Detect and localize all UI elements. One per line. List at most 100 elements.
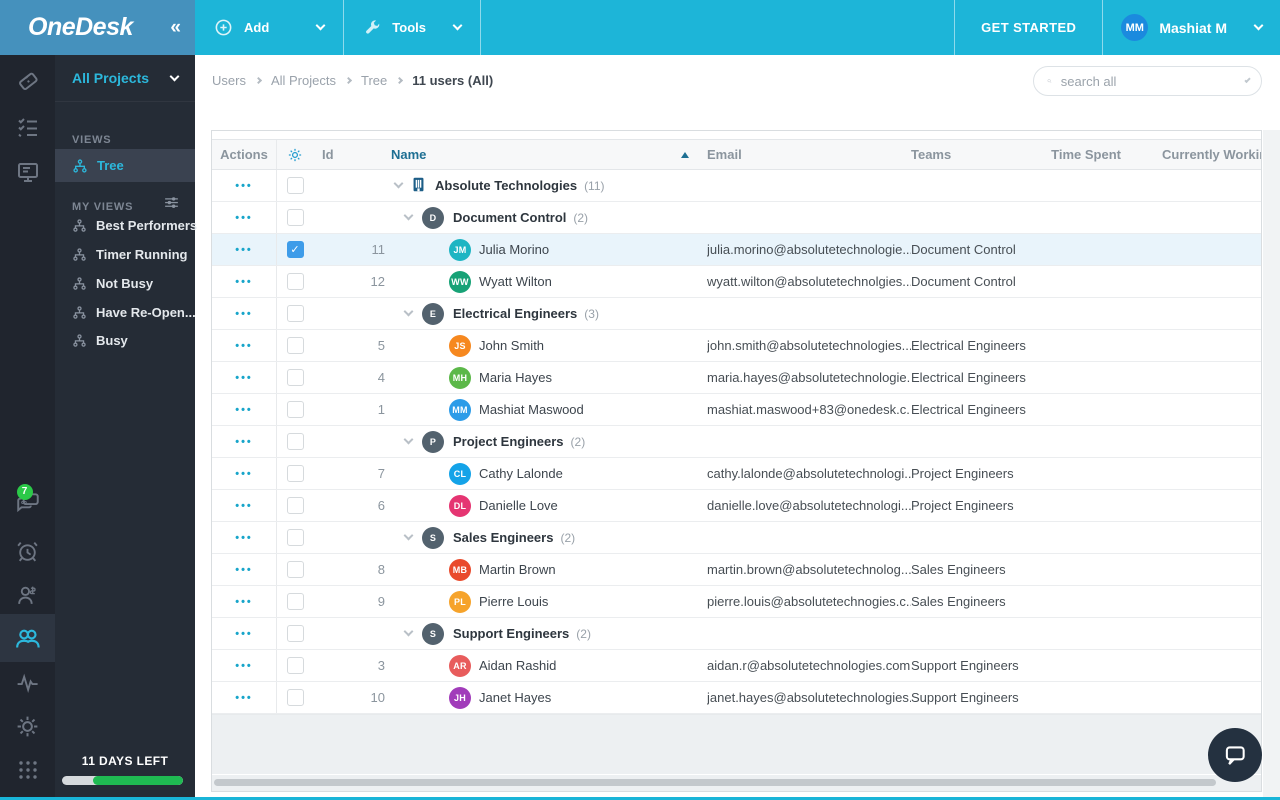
table-row[interactable]: ••• P Project Engineers (2) xyxy=(212,426,1261,458)
chevron-down-icon[interactable] xyxy=(1244,76,1251,83)
get-started-button[interactable]: GET STARTED xyxy=(955,0,1102,55)
row-actions-button[interactable]: ••• xyxy=(212,522,277,553)
row-actions-button[interactable]: ••• xyxy=(212,330,277,361)
row-actions-button[interactable]: ••• xyxy=(212,266,277,297)
collapse-chevron-icon[interactable] xyxy=(403,530,414,541)
scrollbar-thumb[interactable] xyxy=(214,779,1216,786)
customers-icon[interactable] xyxy=(0,573,55,617)
row-checkbox[interactable] xyxy=(277,625,313,642)
project-selector[interactable]: All Projects xyxy=(55,55,195,102)
row-actions-button[interactable]: ••• xyxy=(212,234,277,265)
sidebar-item-have-reopen[interactable]: Have Re-Open... xyxy=(72,298,196,326)
collapse-chevron-icon[interactable] xyxy=(403,210,414,221)
row-checkbox[interactable] xyxy=(277,177,313,194)
tree-view-icon xyxy=(73,276,86,290)
column-header-id[interactable]: Id xyxy=(313,147,391,162)
breadcrumb-item[interactable]: Tree xyxy=(361,73,387,88)
table-row[interactable]: ••• E Electrical Engineers (3) xyxy=(212,298,1261,330)
table-row[interactable]: ••• 10 JH Janet Hayes janet.hayes@absolutete… xyxy=(212,682,1261,714)
row-checkbox[interactable] xyxy=(277,433,313,450)
table-row[interactable]: ••• S Support Engineers (2) xyxy=(212,618,1261,650)
tools-button[interactable]: Tools xyxy=(344,0,480,55)
row-checkbox[interactable] xyxy=(277,305,313,322)
sidebar-item-tree[interactable]: Tree xyxy=(55,149,195,182)
add-button[interactable]: Add xyxy=(195,0,343,55)
table-row[interactable]: ••• 7 CL Cathy Lalonde cathy.lalonde@absolut… xyxy=(212,458,1261,490)
row-checkbox[interactable] xyxy=(277,529,313,546)
table-row[interactable]: ••• 5 JS John Smith john.smith@absolutetechn… xyxy=(212,330,1261,362)
search-box[interactable] xyxy=(1033,66,1262,96)
timesheet-clock-icon[interactable] xyxy=(0,529,55,573)
team-name: Project Engineers xyxy=(453,434,564,449)
row-checkbox[interactable] xyxy=(277,465,313,482)
sidebar-item-best-performers[interactable]: Best Performers xyxy=(72,211,197,239)
row-checkbox[interactable] xyxy=(277,689,313,706)
row-checkbox[interactable] xyxy=(277,209,313,226)
breadcrumb-item[interactable]: Users xyxy=(212,73,246,88)
sidebar-item-not-busy[interactable]: Not Busy xyxy=(72,269,153,297)
table-row[interactable]: ••• 3 AR Aidan Rashid aidan.r@absolutetechno… xyxy=(212,650,1261,682)
row-actions-button[interactable]: ••• xyxy=(212,426,277,457)
row-checkbox[interactable] xyxy=(277,497,313,514)
column-header-email[interactable]: Email xyxy=(707,147,911,162)
live-chat-button[interactable] xyxy=(1208,728,1262,782)
column-header-currently-working[interactable]: Currently Workin xyxy=(1121,147,1261,162)
row-actions-button[interactable]: ••• xyxy=(212,202,277,233)
row-actions-button[interactable]: ••• xyxy=(212,682,277,713)
column-header-teams[interactable]: Teams xyxy=(911,147,1041,162)
sidebar-item-busy[interactable]: Busy xyxy=(72,326,128,354)
apps-grid-icon[interactable] xyxy=(0,748,55,792)
row-actions-button[interactable]: ••• xyxy=(212,394,277,425)
horizontal-scrollbar[interactable] xyxy=(212,774,1261,791)
board-icon[interactable] xyxy=(0,150,55,194)
row-checkbox[interactable] xyxy=(277,593,313,610)
row-actions-button[interactable]: ••• xyxy=(212,490,277,521)
row-checkbox[interactable] xyxy=(277,561,313,578)
top-bar: OneDesk « Add Tools GET STARTED MM Mashi… xyxy=(0,0,1280,55)
breadcrumb-item[interactable]: All Projects xyxy=(271,73,336,88)
table-row[interactable]: ••• 6 DL Danielle Love danielle.love@absolut… xyxy=(212,490,1261,522)
row-actions-button[interactable]: ••• xyxy=(212,618,277,649)
sidebar-item-timer-running[interactable]: Timer Running xyxy=(72,240,187,268)
table-row[interactable]: ••• ✓ 11 JM Julia Morino julia.morino@absolut… xyxy=(212,234,1261,266)
row-checkbox[interactable] xyxy=(277,337,313,354)
collapse-chevron-icon[interactable] xyxy=(393,178,404,189)
table-row[interactable]: ••• Absolute Technologies (11) xyxy=(212,170,1261,202)
row-checkbox[interactable] xyxy=(277,369,313,386)
table-row[interactable]: ••• D Document Control (2) xyxy=(212,202,1261,234)
activity-pulse-icon[interactable] xyxy=(0,660,55,704)
table-row[interactable]: ••• S Sales Engineers (2) xyxy=(212,522,1261,554)
collapse-chevron-icon[interactable] xyxy=(403,434,414,445)
search-input[interactable] xyxy=(1060,73,1237,89)
row-checkbox[interactable] xyxy=(277,657,313,674)
collapse-chevron-icon[interactable] xyxy=(403,626,414,637)
column-settings-icon[interactable] xyxy=(277,147,313,163)
sidebar-collapse-icon[interactable]: « xyxy=(170,17,181,39)
row-actions-button[interactable]: ••• xyxy=(212,650,277,681)
table-row[interactable]: ••• 1 MM Mashiat Maswood mashiat.maswood+83@… xyxy=(212,394,1261,426)
collapse-chevron-icon[interactable] xyxy=(403,306,414,317)
row-actions-button[interactable]: ••• xyxy=(212,458,277,489)
organization-icon xyxy=(410,176,435,196)
users-icon[interactable] xyxy=(0,616,55,660)
row-actions-button[interactable]: ••• xyxy=(212,554,277,585)
row-actions-button[interactable]: ••• xyxy=(212,362,277,393)
tasks-checklist-icon[interactable] xyxy=(0,105,55,149)
table-row[interactable]: ••• 4 MH Maria Hayes maria.hayes@absolutetec… xyxy=(212,362,1261,394)
row-actions-button[interactable]: ••• xyxy=(212,170,277,201)
user-menu[interactable]: MM Mashiat M xyxy=(1103,0,1280,55)
user-avatar: PL xyxy=(449,590,471,613)
column-header-time-spent[interactable]: Time Spent xyxy=(1041,147,1121,162)
tickets-icon[interactable] xyxy=(0,59,55,103)
row-checkbox[interactable]: ✓ xyxy=(277,241,313,258)
table-row[interactable]: ••• 9 PL Pierre Louis pierre.louis@absolutet… xyxy=(212,586,1261,618)
column-header-name[interactable]: Name xyxy=(391,147,707,162)
table-row[interactable]: ••• 8 MB Martin Brown martin.brown@absolutet… xyxy=(212,554,1261,586)
row-actions-button[interactable]: ••• xyxy=(212,586,277,617)
table-row[interactable]: ••• 12 WW Wyatt Wilton wyatt.wilton@absolute… xyxy=(212,266,1261,298)
row-checkbox[interactable] xyxy=(277,401,313,418)
row-checkbox[interactable] xyxy=(277,273,313,290)
row-actions-button[interactable]: ••• xyxy=(212,298,277,329)
settings-gear-icon[interactable] xyxy=(0,704,55,748)
messenger-icon[interactable]: 7 xyxy=(0,483,55,527)
